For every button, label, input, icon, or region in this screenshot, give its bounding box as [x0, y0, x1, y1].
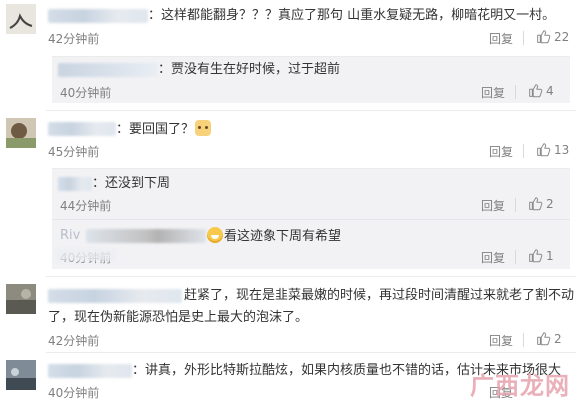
thumbs-up-icon[interactable] [535, 142, 551, 158]
comment-time: 42分钟前 [48, 32, 100, 46]
like-count: 4 [546, 84, 554, 98]
reply-button[interactable]: 回复 [489, 30, 513, 47]
divider [523, 333, 524, 347]
divider [46, 276, 576, 277]
divider [46, 352, 576, 353]
thumbs-up-icon[interactable] [535, 331, 551, 347]
reply-block: ：还没到下周 44分钟前 回复 2 Riv 看这迹象下周有希望 40分钟前 回复… [52, 168, 570, 269]
reply-button[interactable]: 回复 [481, 249, 505, 266]
thumbs-up-icon[interactable] [527, 248, 543, 264]
comment-time: 42分钟前 [48, 334, 100, 348]
like-count: 22 [554, 30, 570, 44]
divider [523, 144, 524, 158]
divider [515, 85, 516, 99]
thumbs-up-icon[interactable] [535, 29, 551, 45]
divider [515, 250, 516, 264]
divider [523, 31, 524, 45]
username-blurred[interactable] [86, 229, 206, 243]
divider [52, 219, 570, 220]
reply-time: 44分钟前 [60, 199, 112, 213]
reply-text: ：还没到下周 [92, 176, 171, 191]
divider [515, 198, 516, 212]
divider [46, 110, 576, 111]
comment-text-line1: 赶紧了，现在是韭菜最嫩的时候，再过段时间清醒过来就老了割不动 [184, 288, 575, 303]
watermark-logo: 广西龙网 [470, 372, 570, 400]
blur-overlay [56, 249, 116, 261]
reply-block: ：贾没有生在好时候，过于超前 40分钟前 回复 4 [52, 56, 570, 103]
thumbs-up-icon[interactable] [527, 196, 543, 212]
username-blurred[interactable] [58, 177, 92, 191]
reply-username[interactable]: Riv [60, 227, 80, 245]
username-blurred[interactable] [58, 63, 158, 77]
avatar[interactable] [6, 360, 36, 390]
comment-text: ：要回国了？ [116, 120, 212, 139]
like-count: 1 [546, 249, 554, 263]
reply-button[interactable]: 回复 [489, 332, 513, 349]
comment-text: ：这样都能翻身？？？真应了那句 山重水复疑无路，柳暗花明又一村。 [148, 8, 556, 23]
reply-button[interactable]: 回复 [489, 143, 513, 160]
like-count: 2 [546, 197, 554, 211]
username-blurred[interactable] [48, 122, 116, 136]
comment-time: 45分钟前 [48, 145, 100, 159]
avatar[interactable] [6, 284, 36, 314]
reply-button[interactable]: 回复 [481, 84, 505, 101]
avatar[interactable] [6, 4, 36, 34]
cat-face-emoji [195, 120, 212, 136]
reply-text: 看这迹象下周有希望 [206, 227, 341, 246]
laughing-emoji [207, 227, 223, 243]
username-blurred[interactable] [48, 289, 182, 303]
username-blurred[interactable] [48, 364, 132, 378]
reply-text: ：贾没有生在好时候，过于超前 [158, 62, 341, 77]
like-count: 2 [554, 332, 562, 346]
comment-time: 40分钟前 [48, 386, 100, 400]
username-blurred[interactable] [48, 9, 148, 23]
comment-text-line2: 了，现在伪新能源恐怕是史上最大的泡沫了。 [48, 310, 309, 325]
avatar[interactable] [6, 118, 36, 148]
reply-button[interactable]: 回复 [481, 197, 505, 214]
like-count: 13 [554, 143, 570, 157]
reply-time: 40分钟前 [60, 86, 112, 100]
thumbs-up-icon[interactable] [527, 83, 543, 99]
